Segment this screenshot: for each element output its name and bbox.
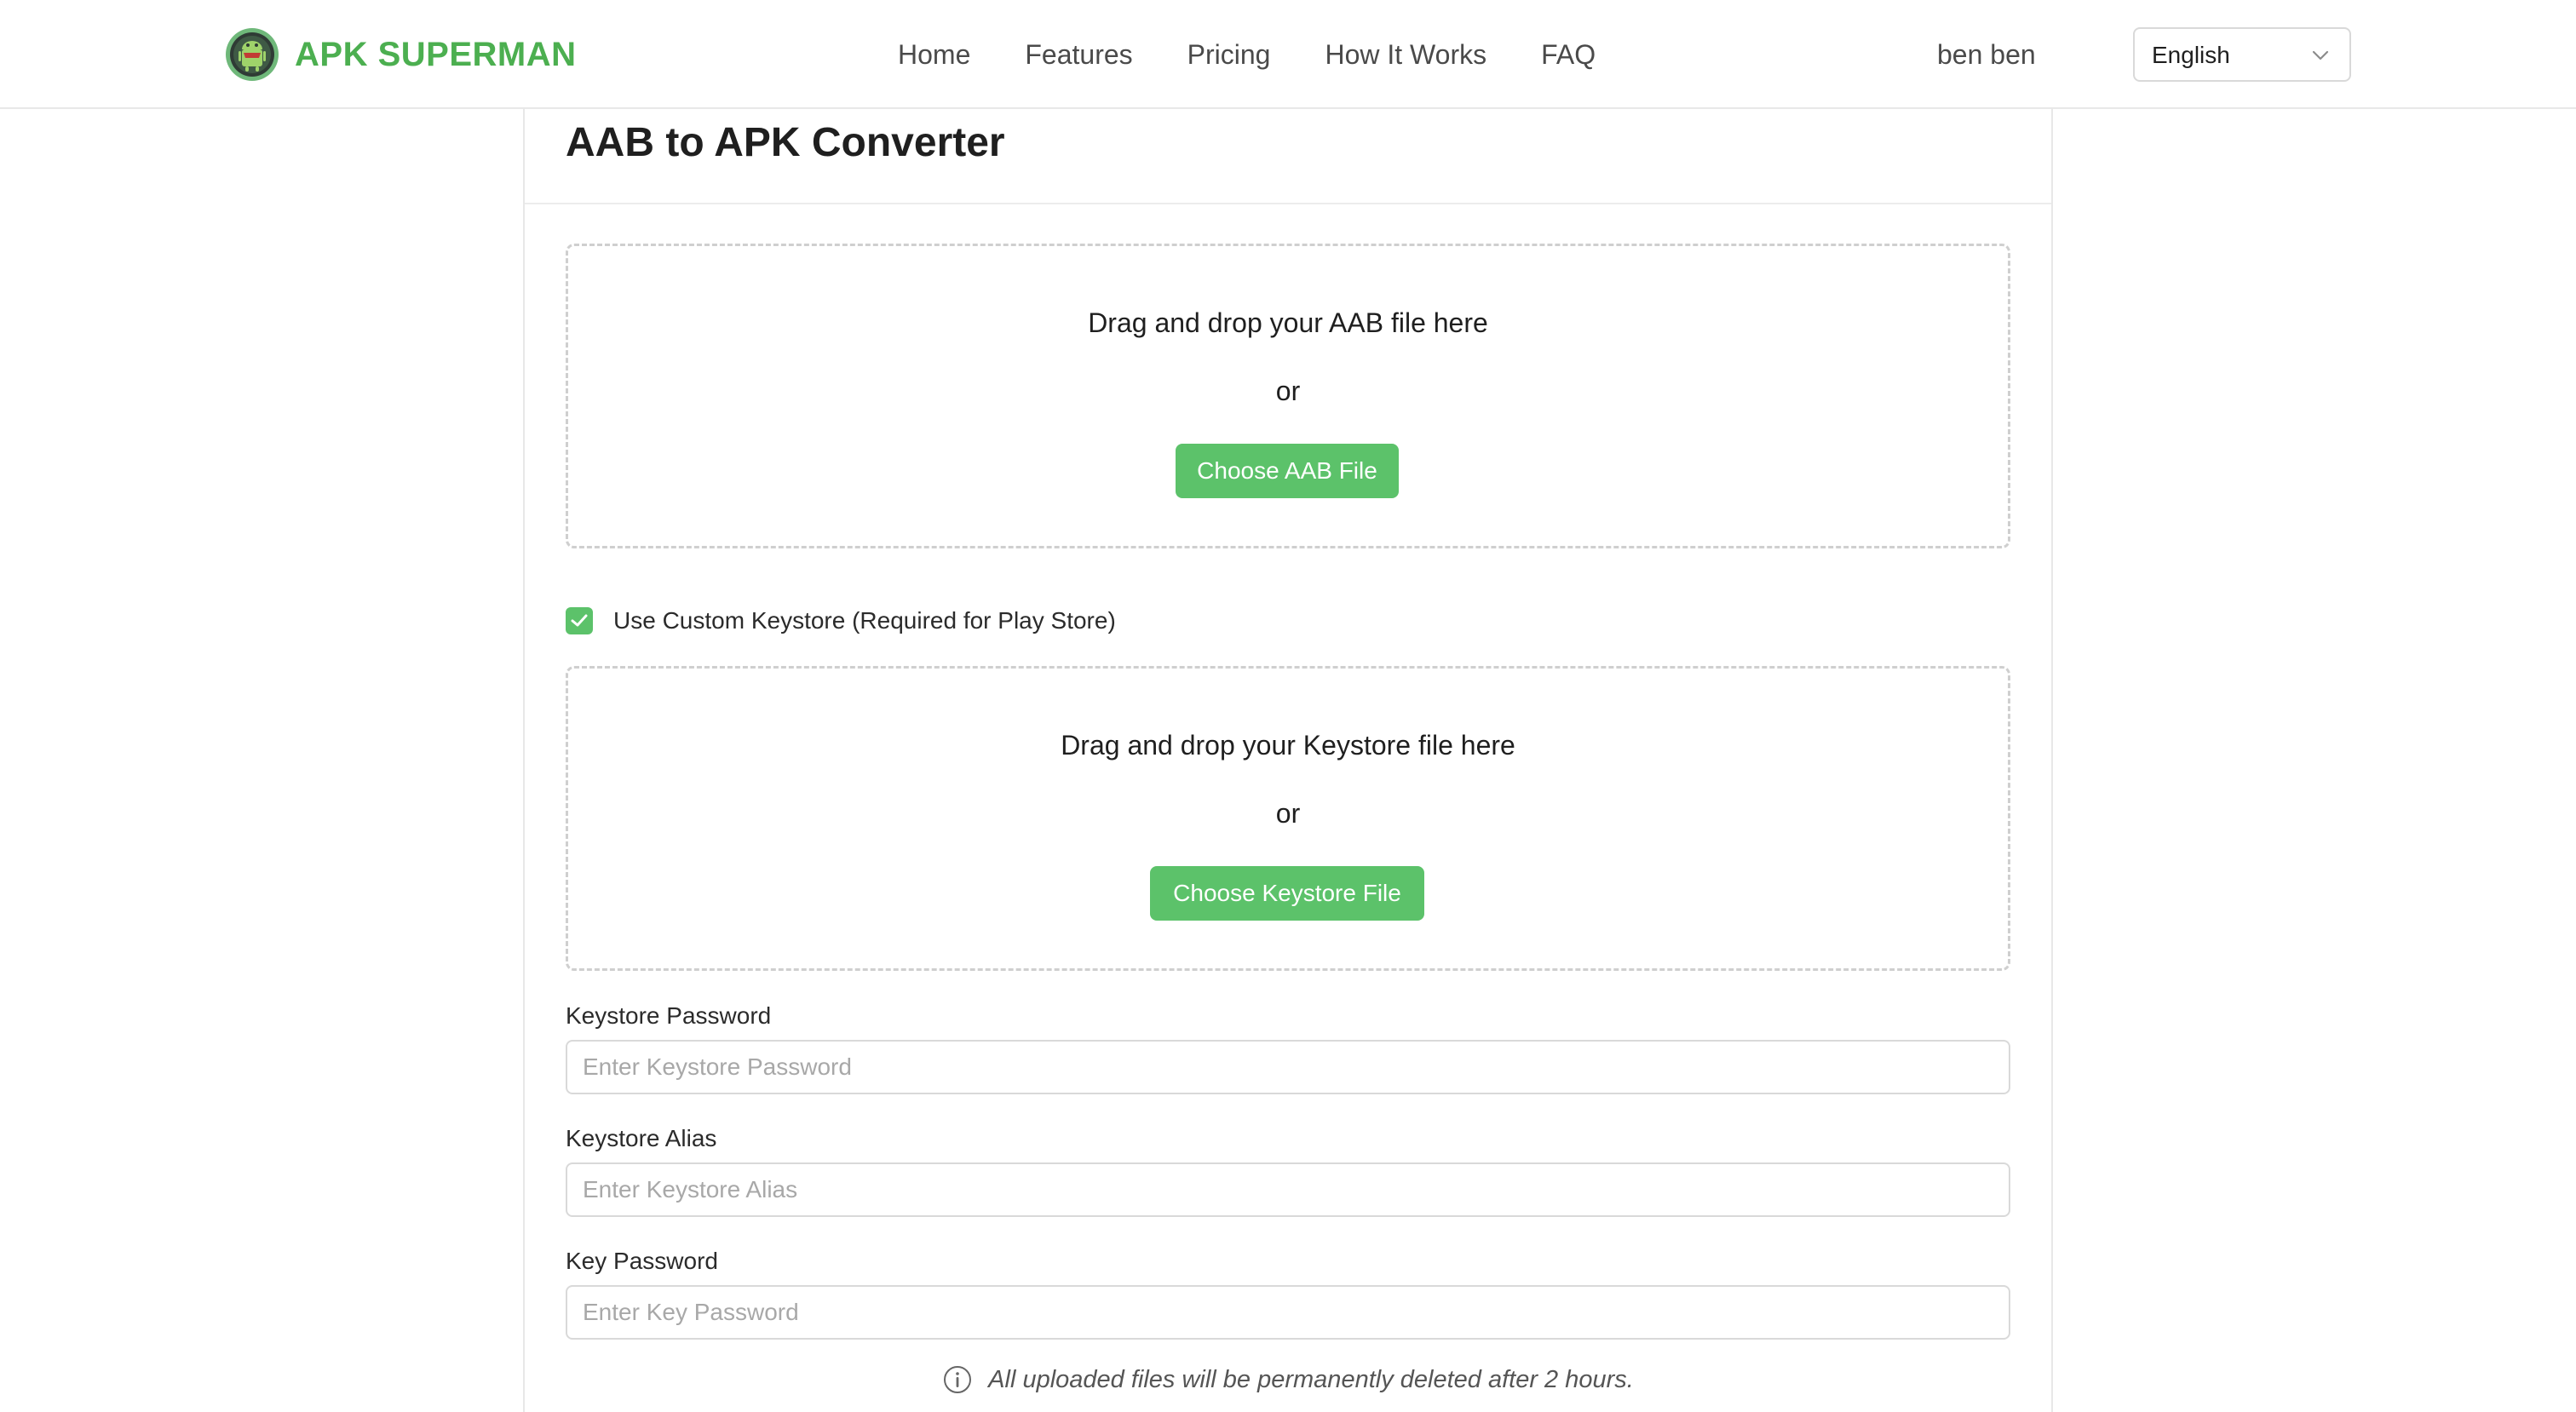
language-select[interactable]: English: [2133, 27, 2351, 82]
keystore-dropzone[interactable]: Drag and drop your Keystore file here or…: [566, 666, 2010, 971]
custom-keystore-label: Use Custom Keystore (Required for Play S…: [613, 607, 1116, 634]
aab-dropzone[interactable]: Drag and drop your AAB file here or Choo…: [566, 244, 2010, 548]
keystore-dropzone-prompt: Drag and drop your Keystore file here: [1061, 730, 1515, 761]
nav-features[interactable]: Features: [1025, 37, 1132, 72]
chevron-down-icon: [2312, 50, 2329, 60]
keystore-dropzone-or: or: [1275, 798, 1301, 829]
nav-how-it-works[interactable]: How It Works: [1325, 37, 1486, 72]
aab-dropzone-or: or: [1275, 376, 1301, 406]
custom-keystore-option[interactable]: Use Custom Keystore (Required for Play S…: [566, 606, 1116, 635]
converter-card: AAB to APK Converter Drag and drop your …: [523, 109, 2053, 1412]
custom-keystore-checkbox[interactable]: [566, 607, 593, 634]
brand-logo[interactable]: APK SUPERMAN: [225, 27, 576, 82]
top-navbar: APK SUPERMAN Home Features Pricing How I…: [0, 0, 2576, 109]
language-selected-value: English: [2152, 42, 2230, 68]
brand-name: APK SUPERMAN: [295, 35, 577, 73]
page-title: AAB to APK Converter: [566, 120, 1005, 165]
file-deletion-notice: All uploaded files will be permanently d…: [525, 1364, 2051, 1399]
main-nav: Home Features Pricing How It Works FAQ: [898, 37, 1596, 72]
android-robot-logo-icon: [226, 28, 279, 81]
keystore-alias-label: Keystore Alias: [566, 1125, 717, 1151]
info-circle-icon: [944, 1366, 972, 1393]
keystore-password-input[interactable]: [566, 1040, 2010, 1094]
nav-pricing[interactable]: Pricing: [1187, 37, 1271, 72]
key-password-label: Key Password: [566, 1248, 718, 1274]
card-header: AAB to APK Converter: [525, 109, 2051, 204]
choose-keystore-file-button[interactable]: Choose Keystore File: [1150, 866, 1424, 921]
notice-text: All uploaded files will be permanently d…: [988, 1366, 1634, 1393]
user-menu[interactable]: ben ben: [1937, 37, 2036, 72]
checkmark-icon: [571, 614, 588, 627]
nav-home[interactable]: Home: [898, 37, 970, 72]
choose-aab-file-button[interactable]: Choose AAB File: [1176, 444, 1399, 498]
keystore-alias-input[interactable]: [566, 1162, 2010, 1217]
key-password-input[interactable]: [566, 1285, 2010, 1340]
aab-dropzone-prompt: Drag and drop your AAB file here: [1088, 307, 1488, 338]
keystore-password-label: Keystore Password: [566, 1002, 772, 1029]
nav-faq[interactable]: FAQ: [1541, 37, 1596, 72]
